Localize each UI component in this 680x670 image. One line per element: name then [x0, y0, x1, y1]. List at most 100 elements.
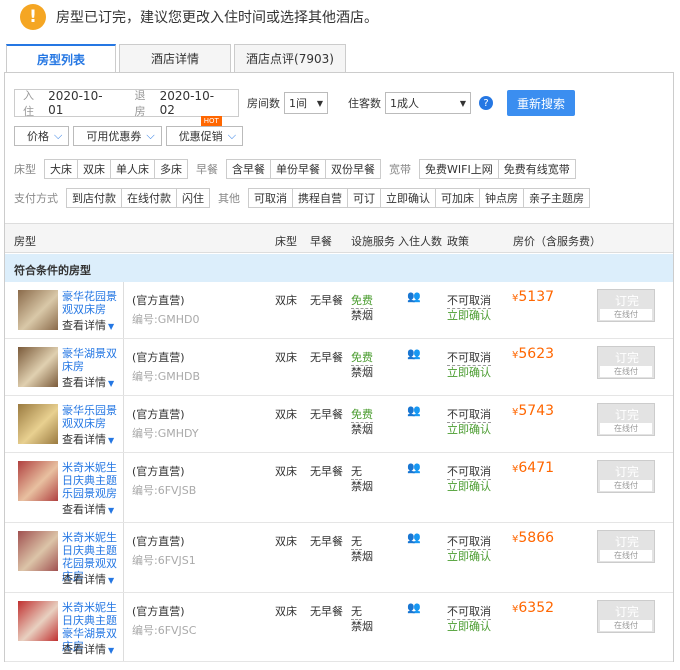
- view-details-link[interactable]: 查看详情 ▼: [62, 374, 114, 390]
- view-details-link[interactable]: 查看详情 ▼: [62, 641, 114, 657]
- filter-chip[interactable]: 钟点房: [479, 188, 524, 208]
- filter-chip[interactable]: 单份早餐: [270, 159, 326, 179]
- rooms-label: 房间数: [247, 97, 280, 110]
- bed-type: 双床: [275, 351, 297, 364]
- book-button[interactable]: 订完 在线付: [597, 530, 655, 563]
- persons-icon: 👥: [407, 347, 421, 360]
- table-row: 豪华湖景双床房 查看详情 ▼ (官方直营) 编号:GMHDB 双床 无早餐 免费 …: [5, 339, 673, 396]
- checkout-date[interactable]: 2020-10-02: [160, 89, 220, 117]
- view-details-label: 查看详情: [62, 503, 106, 516]
- view-details-link[interactable]: 查看详情 ▼: [62, 431, 114, 447]
- guests-select[interactable]: 1成人 ▼: [385, 92, 471, 114]
- bed-filter-label: 床型: [14, 163, 36, 176]
- rate-code: 编号:GMHD0: [132, 313, 200, 326]
- filter-chip[interactable]: 可加床: [435, 188, 480, 208]
- book-button-label: 订完: [614, 294, 639, 308]
- filter-row-1: 床型 大床 双床 单人床 多床 早餐 含早餐 单份早餐 双份早餐 宽带 免费WI…: [14, 159, 576, 179]
- col-bed: 床型: [275, 235, 297, 248]
- view-details-label: 查看详情: [62, 643, 106, 656]
- confirm-policy: 立即确认: [447, 423, 491, 436]
- table-row: 豪华花园景观双床房 查看详情 ▼ (官方直营) 编号:GMHD0 双床 无早餐 免…: [5, 282, 673, 339]
- pay-type-label: 在线付: [600, 423, 652, 434]
- view-details-link[interactable]: 查看详情 ▼: [62, 501, 114, 517]
- view-details-link[interactable]: 查看详情 ▼: [62, 571, 114, 587]
- confirm-policy: 立即确认: [447, 309, 491, 322]
- room-thumbnail[interactable]: [18, 601, 58, 641]
- coupon-dropdown-label: 可用优惠券: [86, 130, 142, 143]
- smoking-value: 禁烟: [351, 309, 373, 322]
- room-price: ¥5866: [512, 530, 554, 546]
- col-persons: 入住人数: [398, 235, 442, 248]
- price-value: 6471: [518, 460, 555, 476]
- filter-chip[interactable]: 闪住: [176, 188, 210, 208]
- room-name-link[interactable]: 豪华湖景双床房: [62, 347, 122, 373]
- caret-down-icon: ▼: [108, 506, 115, 515]
- filter-chip[interactable]: 免费有线宽带: [497, 159, 576, 179]
- tab-room-list[interactable]: 房型列表: [6, 44, 116, 73]
- pay-type-label: 在线付: [600, 550, 652, 561]
- filter-chip[interactable]: 免费WIFI上网: [419, 159, 499, 179]
- checkin-label: 入住: [23, 89, 34, 118]
- vendor-label: (官方直营): [132, 294, 185, 307]
- guests-value: 1成人: [390, 97, 419, 110]
- col-room-type: 房型: [14, 235, 36, 248]
- price-value: 5866: [518, 530, 555, 546]
- filter-chip[interactable]: 单人床: [110, 159, 155, 179]
- book-button-label: 订完: [614, 351, 639, 365]
- filter-chip[interactable]: 双床: [77, 159, 111, 179]
- caret-down-icon: ▼: [108, 322, 115, 331]
- room-price: ¥6352: [512, 600, 554, 616]
- caret-down-icon: ▼: [108, 436, 115, 445]
- dropdown-filters: 价格 ⌵ 可用优惠券 ⌵ HOT 优惠促销 ⌵: [14, 116, 247, 146]
- vendor-label: (官方直营): [132, 605, 185, 618]
- room-name-link[interactable]: 米奇米妮生日庆典主题乐园景观房: [62, 461, 122, 500]
- room-thumbnail[interactable]: [18, 347, 58, 387]
- col-price: 房价（含服务费）: [513, 235, 601, 248]
- filter-chip[interactable]: 亲子主题房: [523, 188, 590, 208]
- chevron-down-icon: ▼: [316, 98, 323, 108]
- tab-bar: 房型列表 酒店详情 酒店点评(7903): [6, 44, 349, 73]
- room-price: ¥6471: [512, 460, 554, 476]
- filter-chip[interactable]: 多床: [154, 159, 188, 179]
- room-name-link[interactable]: 豪华乐园景观双床房: [62, 404, 122, 430]
- confirm-policy: 立即确认: [447, 480, 491, 493]
- tab-hotel-details[interactable]: 酒店详情: [119, 44, 231, 72]
- book-button[interactable]: 订完 在线付: [597, 403, 655, 436]
- coupon-dropdown[interactable]: 可用优惠券 ⌵: [73, 126, 162, 146]
- filter-chip[interactable]: 立即确认: [380, 188, 436, 208]
- date-picker[interactable]: 入住 2020-10-01 退房 2020-10-02: [14, 89, 239, 118]
- filter-chip[interactable]: 在线付款: [121, 188, 177, 208]
- room-thumbnail[interactable]: [18, 290, 58, 330]
- vendor-label: (官方直营): [132, 408, 185, 421]
- view-details-label: 查看详情: [62, 376, 106, 389]
- filter-chip[interactable]: 到店付款: [66, 188, 122, 208]
- room-price: ¥5623: [512, 346, 554, 362]
- room-thumbnail[interactable]: [18, 461, 58, 501]
- room-thumbnail[interactable]: [18, 531, 58, 571]
- book-button[interactable]: 订完 在线付: [597, 600, 655, 633]
- book-button[interactable]: 订完 在线付: [597, 346, 655, 379]
- checkin-date[interactable]: 2020-10-01: [48, 89, 108, 117]
- filter-chip[interactable]: 携程自营: [292, 188, 348, 208]
- research-button[interactable]: 重新搜索: [507, 90, 575, 116]
- filter-chip[interactable]: 可取消: [248, 188, 293, 208]
- book-button[interactable]: 订完 在线付: [597, 460, 655, 493]
- book-button[interactable]: 订完 在线付: [597, 289, 655, 322]
- persons-icon: 👥: [407, 461, 421, 474]
- rate-code: 编号:GMHDB: [132, 370, 201, 383]
- room-thumbnail[interactable]: [18, 404, 58, 444]
- help-icon[interactable]: ?: [479, 96, 493, 110]
- view-details-link[interactable]: 查看详情 ▼: [62, 317, 114, 333]
- filter-chip[interactable]: 含早餐: [226, 159, 271, 179]
- room-name-link[interactable]: 豪华花园景观双床房: [62, 290, 122, 316]
- filter-chip[interactable]: 大床: [44, 159, 78, 179]
- payment-filter-label: 支付方式: [14, 192, 58, 205]
- rooms-select[interactable]: 1间 ▼: [284, 92, 328, 114]
- pay-type-label: 在线付: [600, 309, 652, 320]
- price-dropdown[interactable]: 价格 ⌵: [14, 126, 70, 146]
- filter-chip[interactable]: 双份早餐: [325, 159, 381, 179]
- promotion-dropdown[interactable]: HOT 优惠促销 ⌵: [165, 116, 244, 146]
- filter-chip[interactable]: 可订: [347, 188, 381, 208]
- tab-hotel-reviews[interactable]: 酒店点评(7903): [234, 44, 346, 72]
- book-button-label: 订完: [614, 408, 639, 422]
